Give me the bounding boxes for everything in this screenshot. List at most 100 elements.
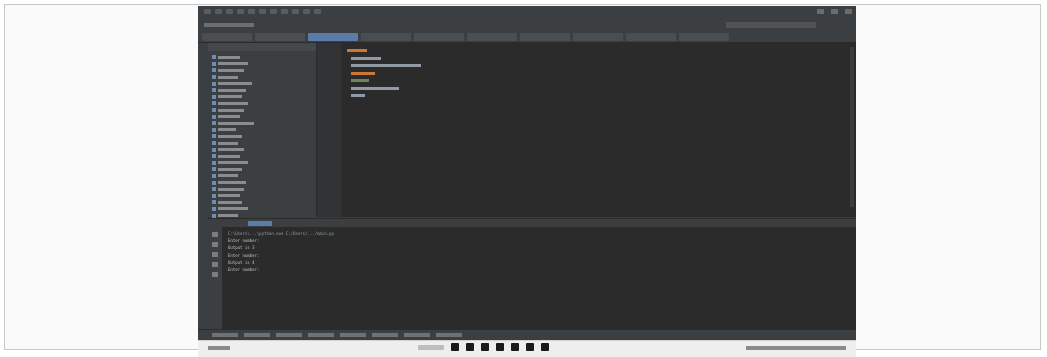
pycharm-icon[interactable] xyxy=(541,343,549,351)
menu-edit[interactable] xyxy=(215,9,222,14)
editor-tab[interactable] xyxy=(361,33,411,41)
code-line xyxy=(351,64,421,67)
project-tree-item[interactable] xyxy=(212,173,312,180)
code-editor[interactable] xyxy=(317,43,856,217)
project-tree-label xyxy=(218,194,240,198)
store-icon[interactable] xyxy=(496,343,504,351)
run-configuration-selector[interactable] xyxy=(726,22,816,28)
rerun-icon[interactable] xyxy=(212,232,218,237)
tool-tab[interactable] xyxy=(340,333,366,337)
tool-tab[interactable] xyxy=(212,333,238,337)
project-tree-label xyxy=(218,128,236,132)
python-file-icon xyxy=(212,154,216,159)
project-tree-item[interactable] xyxy=(212,153,312,160)
project-tree-item[interactable] xyxy=(212,140,312,147)
project-tree-label xyxy=(218,75,238,79)
project-tree-item[interactable] xyxy=(212,54,312,61)
project-tree-label xyxy=(218,68,244,72)
project-tree-item[interactable] xyxy=(212,100,312,107)
task-view-icon[interactable] xyxy=(451,343,459,351)
scroll-end-icon[interactable] xyxy=(212,252,218,257)
project-tree-item[interactable] xyxy=(212,192,312,199)
print-icon[interactable] xyxy=(212,262,218,267)
project-tree-item[interactable] xyxy=(212,199,312,206)
editor-tab[interactable] xyxy=(414,33,464,41)
search-icon[interactable] xyxy=(418,344,444,350)
stop-icon[interactable] xyxy=(212,242,218,247)
project-tree-label xyxy=(218,154,240,158)
project-tree-item[interactable] xyxy=(212,120,312,127)
project-tree-item[interactable] xyxy=(212,113,312,120)
close-icon[interactable] xyxy=(845,9,852,14)
project-tree-item[interactable] xyxy=(212,67,312,74)
project-tree-item[interactable] xyxy=(212,127,312,134)
tool-tab[interactable] xyxy=(244,333,270,337)
minimize-icon[interactable] xyxy=(817,9,824,14)
trash-icon[interactable] xyxy=(212,272,218,277)
project-tree-label xyxy=(218,95,242,99)
editor-tabs xyxy=(198,31,856,43)
python-file-icon xyxy=(212,167,216,172)
project-tree-item[interactable] xyxy=(212,179,312,186)
system-tray[interactable] xyxy=(746,346,846,350)
weather-widget[interactable] xyxy=(208,346,230,350)
editor-tab[interactable] xyxy=(679,33,729,41)
project-tree-item[interactable] xyxy=(212,94,312,101)
project-tree xyxy=(208,51,316,228)
code-line xyxy=(351,94,365,97)
tool-tab[interactable] xyxy=(276,333,302,337)
explorer-icon[interactable] xyxy=(466,343,474,351)
menu-code[interactable] xyxy=(248,9,255,14)
editor-tab[interactable] xyxy=(467,33,517,41)
menu-tools[interactable] xyxy=(281,9,288,14)
project-tree-item[interactable] xyxy=(212,186,312,193)
menu-file[interactable] xyxy=(204,9,211,14)
project-tree-label xyxy=(218,134,242,138)
code-area[interactable] xyxy=(347,49,421,102)
project-tree-item[interactable] xyxy=(212,146,312,153)
editor-tab-active[interactable] xyxy=(308,33,358,41)
project-tree-item[interactable] xyxy=(212,160,312,167)
menu-view[interactable] xyxy=(226,9,233,14)
project-tree-label xyxy=(218,121,254,125)
mail-icon[interactable] xyxy=(511,343,519,351)
code-line xyxy=(351,71,375,75)
console-output[interactable]: C:\Users\...\python.exe C:/Users/.../mai… xyxy=(228,230,334,273)
tool-tab[interactable] xyxy=(372,333,398,337)
editor-tab[interactable] xyxy=(573,33,623,41)
edge-icon[interactable] xyxy=(481,343,489,351)
python-file-icon xyxy=(212,206,216,211)
project-tree-item[interactable] xyxy=(212,206,312,213)
editor-tab[interactable] xyxy=(202,33,252,41)
settings-icon[interactable] xyxy=(526,343,534,351)
project-tree-label xyxy=(218,141,238,145)
menu-window[interactable] xyxy=(303,9,310,14)
python-file-icon xyxy=(212,81,216,86)
tool-tab[interactable] xyxy=(308,333,334,337)
project-tree-item[interactable] xyxy=(212,80,312,87)
editor-tab[interactable] xyxy=(255,33,305,41)
editor-tab[interactable] xyxy=(626,33,676,41)
run-tab[interactable] xyxy=(248,221,272,226)
python-file-icon xyxy=(212,127,216,132)
tool-tab[interactable] xyxy=(436,333,462,337)
project-tree-item[interactable] xyxy=(212,74,312,81)
menu-refactor[interactable] xyxy=(259,9,266,14)
project-tree-item[interactable] xyxy=(212,133,312,140)
menu-navigate[interactable] xyxy=(237,9,244,14)
maximize-icon[interactable] xyxy=(831,9,838,14)
editor-scrollbar[interactable] xyxy=(850,47,854,207)
code-line xyxy=(347,49,367,52)
project-tree-item[interactable] xyxy=(212,61,312,68)
tool-tab[interactable] xyxy=(404,333,430,337)
project-tree-item[interactable] xyxy=(212,107,312,114)
menu-run[interactable] xyxy=(270,9,277,14)
menu-vcs[interactable] xyxy=(292,9,299,14)
breadcrumb[interactable] xyxy=(204,23,254,27)
project-tree-item[interactable] xyxy=(212,87,312,94)
python-file-icon xyxy=(212,88,216,93)
menu-help[interactable] xyxy=(314,9,321,14)
project-panel-header[interactable] xyxy=(208,43,316,51)
editor-tab[interactable] xyxy=(520,33,570,41)
project-tree-item[interactable] xyxy=(212,166,312,173)
